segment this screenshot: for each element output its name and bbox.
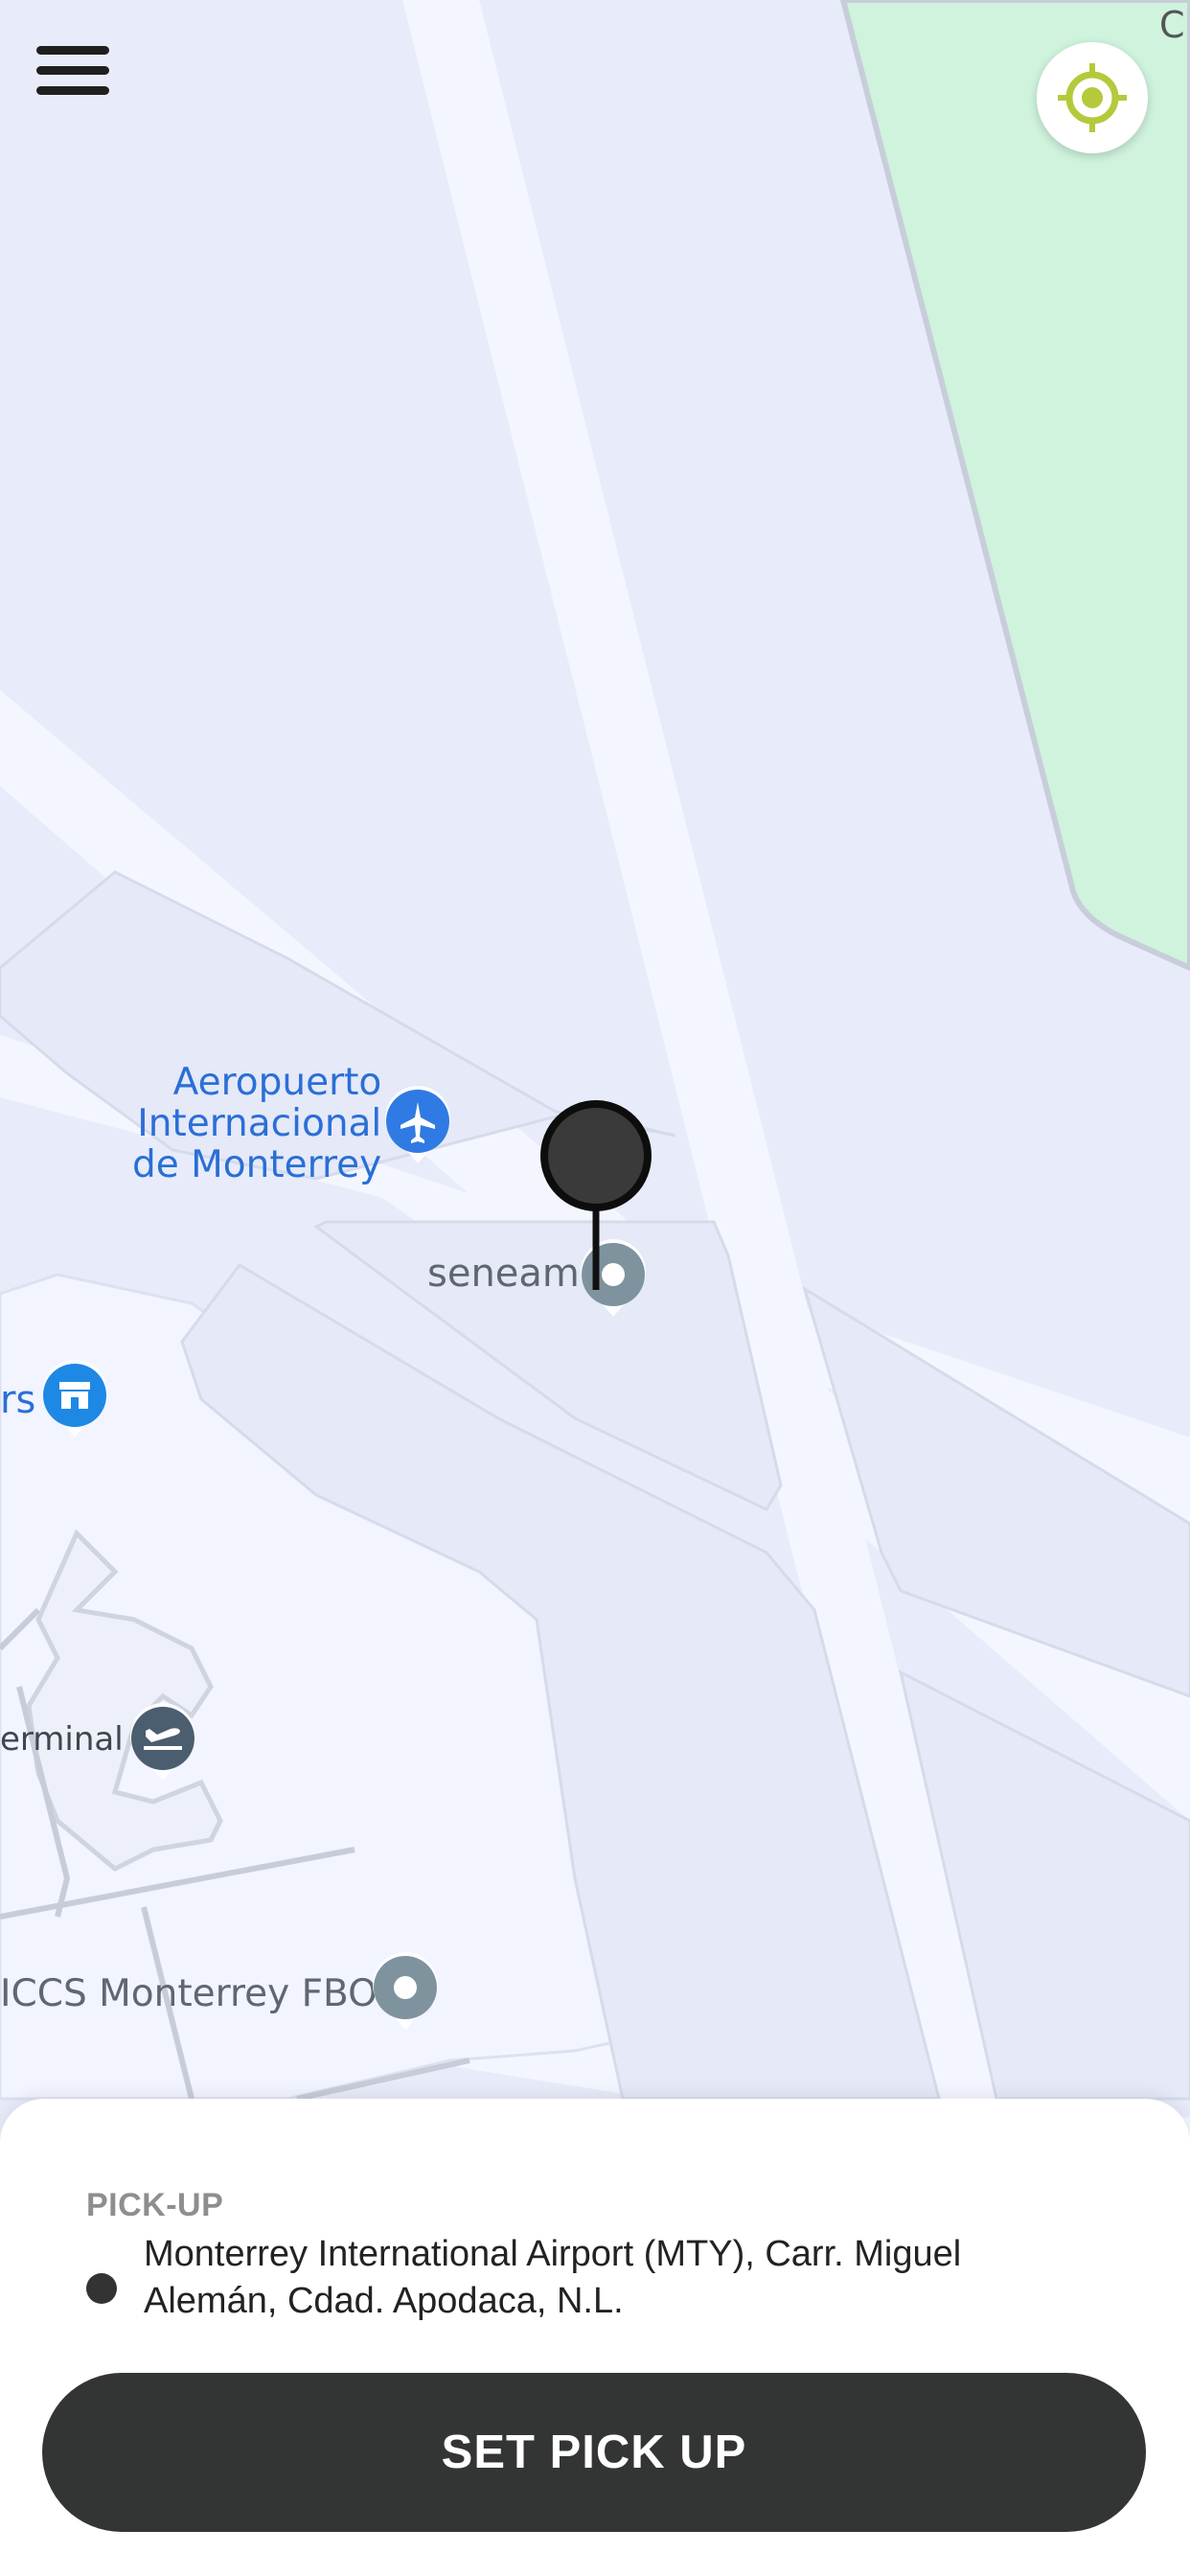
corner-label-partial: C: [1159, 4, 1185, 46]
poi-fbo-label[interactable]: ICCS Monterrey FBO: [0, 1972, 378, 2015]
store-icon[interactable]: [38, 1359, 111, 1439]
departures-icon[interactable]: [126, 1702, 199, 1782]
set-pickup-button[interactable]: SET PICK UP: [42, 2373, 1146, 2532]
menu-line: [36, 85, 109, 95]
pickup-address[interactable]: Monterrey International Airport (MTY), C…: [144, 2231, 1083, 2325]
poi-airport-line-1: Aeropuerto: [172, 1061, 382, 1104]
menu-line: [36, 45, 109, 55]
poi-airport-label[interactable]: Aeropuerto Internacional de Monterrey: [132, 1062, 381, 1185]
crosshair-icon: [1058, 63, 1127, 132]
hamburger-menu-icon[interactable]: [36, 36, 123, 104]
pickup-pin-marker[interactable]: [538, 1098, 653, 1300]
pickup-dot-icon: [86, 2273, 117, 2304]
pickup-label: PICK-UP: [86, 2187, 224, 2223]
place-dot-icon[interactable]: [369, 1951, 442, 2032]
poi-store-label[interactable]: rs: [0, 1378, 35, 1422]
locate-me-button[interactable]: [1037, 42, 1148, 153]
pickup-sheet: PICK-UP Monterrey International Airport …: [0, 2099, 1190, 2576]
airplane-icon[interactable]: [381, 1085, 454, 1165]
poi-airport-line-2: Internacional: [137, 1102, 382, 1145]
menu-line: [36, 65, 109, 75]
poi-airport-line-3: de Monterrey: [132, 1143, 382, 1186]
